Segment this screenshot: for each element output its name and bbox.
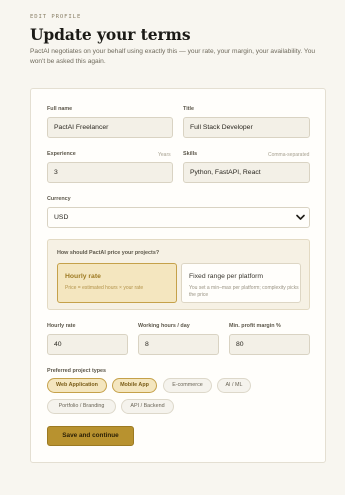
skills-input[interactable]: Python, FastAPI, React xyxy=(183,162,310,183)
working-hours-label: Working hours / day xyxy=(138,323,190,329)
project-type-chip-e-commerce[interactable]: E-commerce xyxy=(163,378,212,393)
pricing-option-hourly[interactable]: Hourly rate Price = estimated hours × yo… xyxy=(57,263,177,303)
page-intro: PactAI negotiates on your behalf using e… xyxy=(30,48,316,65)
hourly-rate-label: Hourly rate xyxy=(47,323,76,329)
terms-form-card: Full name PactAI Freelancer Title Full S… xyxy=(30,88,326,463)
pricing-option-desc: You set a min–max per platform; complexi… xyxy=(189,285,299,298)
pricing-option-title: Hourly rate xyxy=(65,273,101,280)
pricing-option-title: Fixed range per platform xyxy=(189,273,264,280)
working-hours-input[interactable]: 8 xyxy=(138,334,219,355)
pricing-question: How should PactAI price your projects? xyxy=(57,250,160,256)
project-type-chip-portfolio-branding[interactable]: Portfolio / Branding xyxy=(47,399,116,414)
experience-label: Experience xyxy=(47,151,76,157)
currency-label: Currency xyxy=(47,196,71,202)
hourly-rate-input[interactable]: 40 xyxy=(47,334,128,355)
project-type-chip-mobile-app[interactable]: Mobile App xyxy=(112,378,157,393)
page-eyebrow: EDIT PROFILE xyxy=(30,14,82,20)
save-and-continue-button[interactable]: Save and continue xyxy=(47,426,134,446)
pricing-method-box: How should PactAI price your projects? H… xyxy=(47,239,310,310)
min-margin-label: Min. profit margin % xyxy=(229,323,281,329)
full-name-label: Full name xyxy=(47,106,73,112)
project-type-chip-api-backend[interactable]: API / Backend xyxy=(121,399,174,414)
title-input[interactable]: Full Stack Developer xyxy=(183,117,310,138)
title-label: Title xyxy=(183,106,194,112)
currency-select[interactable]: USD xyxy=(47,207,310,228)
pricing-option-fixed-range[interactable]: Fixed range per platform You set a min–m… xyxy=(181,263,301,303)
project-types-label: Preferred project types xyxy=(47,368,107,374)
project-type-chip-web-application[interactable]: Web Application xyxy=(47,378,107,393)
chevron-down-icon xyxy=(296,214,305,220)
currency-value: USD xyxy=(54,214,69,221)
pricing-option-desc: Price = estimated hours × your rate xyxy=(65,285,144,291)
skills-label: Skills xyxy=(183,151,198,157)
min-margin-input[interactable]: 80 xyxy=(229,334,310,355)
page-title: Update your terms xyxy=(30,25,191,44)
skills-hint: Comma-separated xyxy=(268,152,310,158)
project-type-chip-ai-ml[interactable]: AI / ML xyxy=(217,378,251,393)
experience-hint: Years xyxy=(158,152,171,158)
full-name-input[interactable]: PactAI Freelancer xyxy=(47,117,173,138)
experience-input[interactable]: 3 xyxy=(47,162,173,183)
